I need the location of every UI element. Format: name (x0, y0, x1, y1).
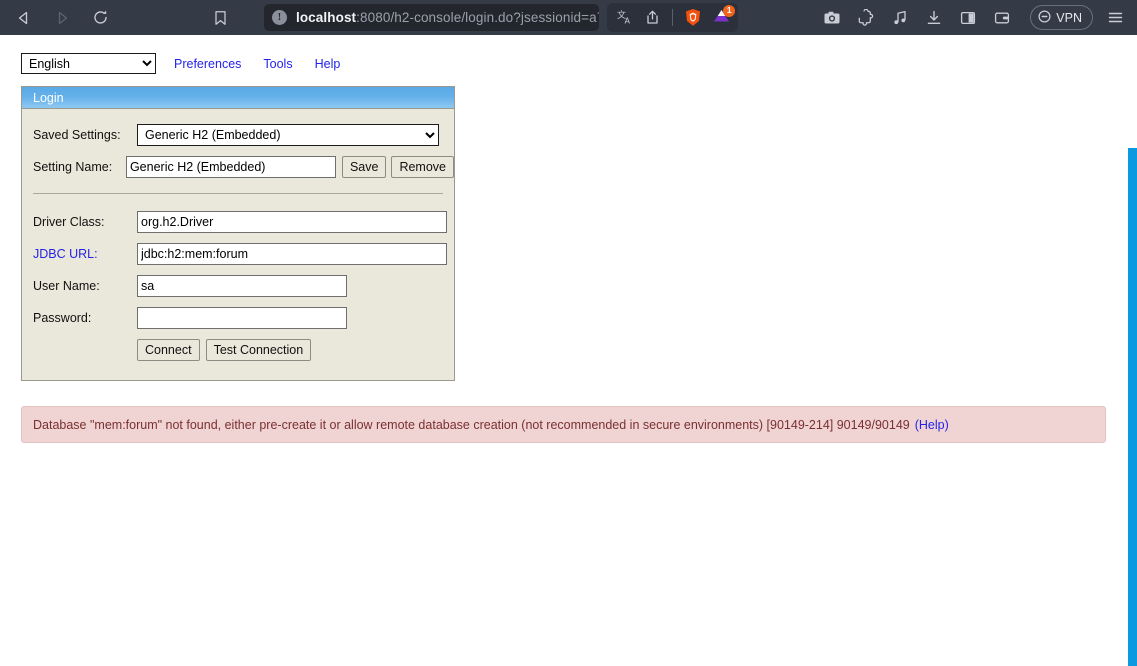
translate-icon: 文 A (616, 9, 633, 26)
reload-icon (92, 9, 109, 26)
login-form: Saved Settings: Generic H2 (Embedded) Se… (22, 109, 454, 380)
saved-settings-select[interactable]: Generic H2 (Embedded) (137, 124, 439, 146)
setting-name-input[interactable] (125, 156, 336, 178)
puzzle-piece-icon (857, 8, 875, 27)
user-name-label: User Name: (33, 279, 100, 293)
music-note-icon (891, 9, 909, 27)
brave-shields-button[interactable] (679, 4, 707, 32)
navigation-buttons (0, 4, 114, 32)
bookmark-button[interactable] (208, 4, 234, 32)
forward-arrow-icon (54, 10, 70, 26)
password-input[interactable] (137, 307, 347, 329)
driver-class-input[interactable] (137, 211, 447, 233)
address-bar[interactable]: ! localhost:8080/h2-console/login.do?jse… (263, 4, 600, 31)
vpn-label: VPN (1056, 10, 1082, 25)
browser-menu-button[interactable] (1101, 4, 1129, 32)
page-content: English Preferences Tools Help Login Sav… (0, 35, 1137, 666)
jdbc-url-row: JDBC URL: (22, 238, 454, 270)
vpn-button[interactable]: VPN (1030, 5, 1093, 30)
jdbc-url-input[interactable] (137, 243, 447, 265)
vpn-toggle-icon (1038, 9, 1051, 26)
back-arrow-icon (16, 10, 32, 26)
download-icon (925, 9, 943, 27)
password-control (137, 307, 347, 329)
jdbc-url-label[interactable]: JDBC URL: (22, 247, 137, 261)
site-info-icon[interactable]: ! (271, 10, 287, 25)
remove-button[interactable]: Remove (391, 156, 454, 178)
sidebar-toggle-button[interactable] (954, 4, 982, 32)
user-name-input[interactable] (137, 275, 347, 297)
chrome-action-group: 文 A 1 (607, 3, 739, 32)
sidebar-panel-icon (959, 9, 977, 27)
url-host: localhost (295, 10, 357, 25)
section-divider (33, 193, 443, 194)
toolbar-divider (672, 9, 674, 26)
save-button[interactable]: Save (341, 156, 387, 178)
login-panel: Login Saved Settings: Generic H2 (Embedd… (21, 86, 455, 381)
bookmark-icon (213, 10, 228, 26)
connect-button[interactable]: Connect (137, 339, 200, 361)
saved-settings-label: Saved Settings: (33, 128, 121, 142)
hamburger-menu-icon (1106, 8, 1125, 27)
svg-text:A: A (624, 17, 630, 26)
driver-class-label: Driver Class: (33, 215, 105, 229)
back-button[interactable] (10, 4, 38, 32)
camera-icon (823, 9, 841, 27)
saved-settings-row: Saved Settings: Generic H2 (Embedded) (22, 119, 454, 151)
downloads-button[interactable] (920, 4, 948, 32)
forward-button[interactable] (48, 4, 76, 32)
toolbar-extension-group: 文 A 1 VPN (607, 3, 1137, 32)
error-banner: Database "mem:forum" not found, either p… (21, 406, 1106, 443)
preferences-link[interactable]: Preferences (174, 57, 241, 71)
right-edge-stripe (1128, 148, 1137, 666)
share-button[interactable] (638, 4, 666, 32)
error-message: Database "mem:forum" not found, either p… (33, 417, 910, 432)
translate-button[interactable]: 文 A (610, 4, 638, 32)
driver-class-row: Driver Class: (22, 206, 454, 238)
password-row: Password: (22, 302, 454, 334)
actions-row: Connect Test Connection (22, 334, 454, 366)
url-text: localhost:8080/h2-console/login.do?jsess… (296, 10, 599, 25)
language-select[interactable]: English (21, 53, 156, 74)
h2-toolbar: English Preferences Tools Help (21, 53, 340, 74)
wallet-icon (993, 9, 1011, 27)
actions-control: Connect Test Connection (137, 339, 312, 361)
user-name-row: User Name: (22, 270, 454, 302)
extension-badge-count: 1 (723, 4, 736, 17)
login-panel-title: Login (22, 87, 454, 109)
reload-button[interactable] (86, 4, 114, 32)
setting-name-control: Save Remove (125, 156, 454, 178)
share-icon (644, 9, 661, 26)
jdbc-url-control (137, 243, 447, 265)
music-button[interactable] (886, 4, 914, 32)
browser-utility-icons (818, 4, 1016, 32)
test-connection-button[interactable]: Test Connection (205, 339, 312, 361)
url-path: :8080/h2-console/login.do?jsessionid=a7a… (356, 10, 599, 25)
error-help-link[interactable]: (Help) (915, 418, 949, 432)
extension-badge-button[interactable]: 1 (707, 4, 736, 32)
brave-lion-shield-icon (684, 8, 702, 27)
saved-settings-control: Generic H2 (Embedded) (137, 124, 439, 146)
user-name-control (137, 275, 347, 297)
driver-class-control (137, 211, 447, 233)
extensions-button[interactable] (852, 4, 880, 32)
browser-toolbar: ! localhost:8080/h2-console/login.do?jse… (0, 0, 1137, 35)
setting-name-row: Setting Name: Save Remove (22, 151, 454, 183)
setting-name-label: Setting Name: (33, 160, 113, 174)
screenshot-button[interactable] (818, 4, 846, 32)
password-label: Password: (33, 311, 92, 325)
tools-link[interactable]: Tools (263, 57, 292, 71)
wallet-button[interactable] (988, 4, 1016, 32)
help-link[interactable]: Help (315, 57, 341, 71)
